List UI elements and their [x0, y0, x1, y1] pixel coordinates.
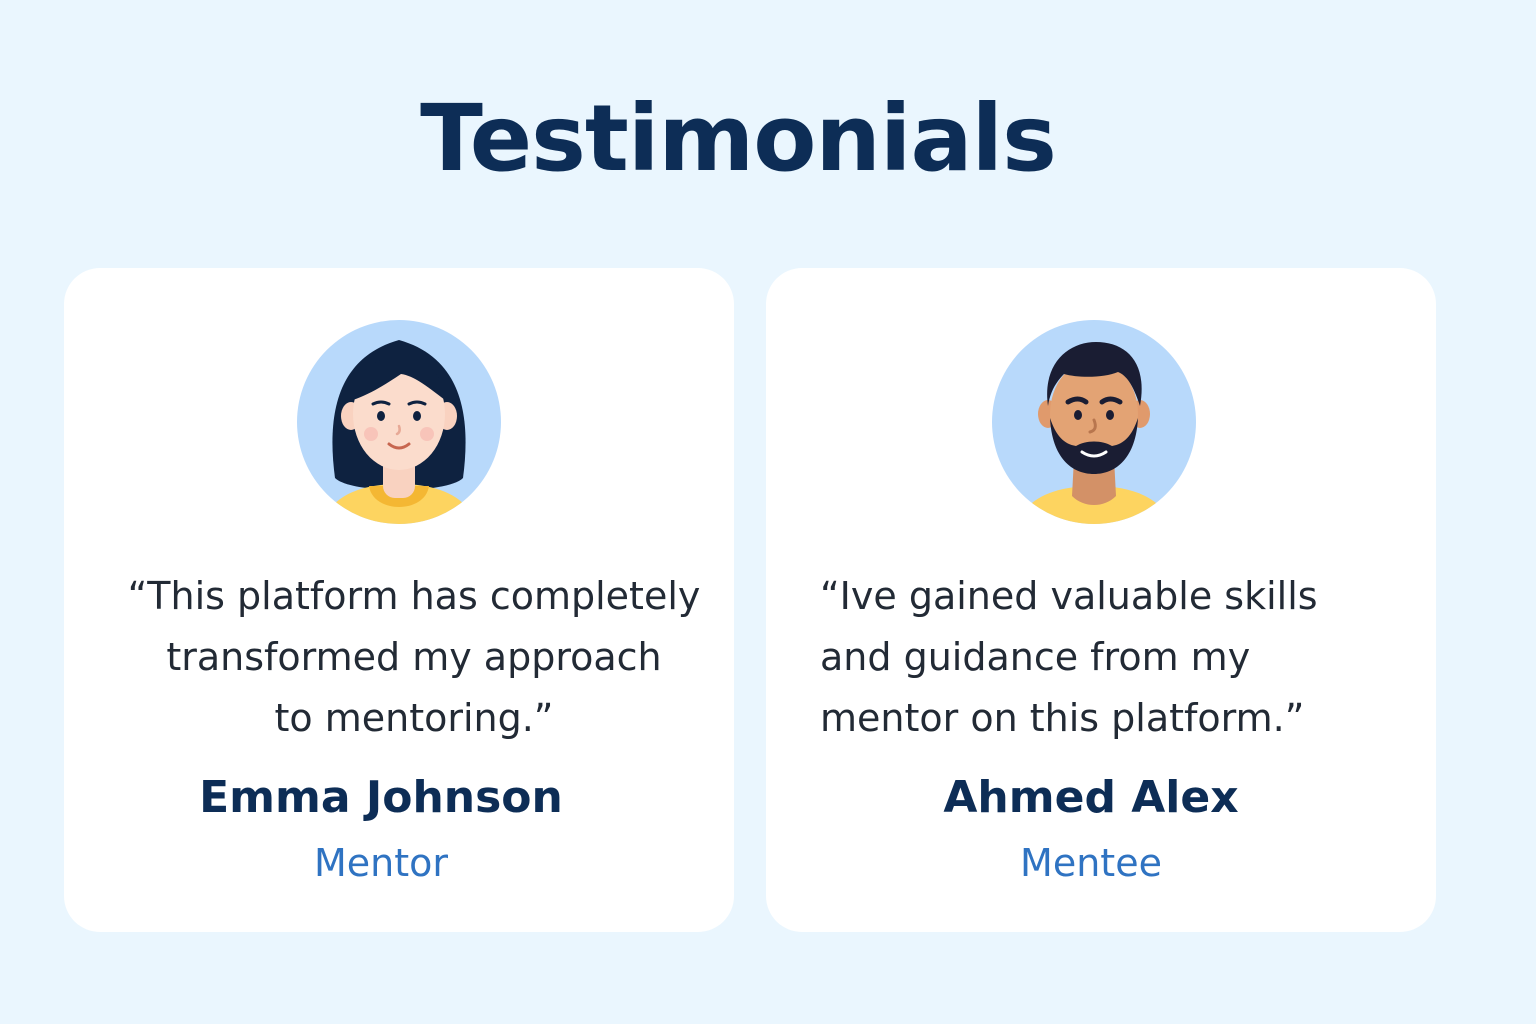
testimonial-quote: “Ive gained valuable skills and guidance…: [820, 574, 1318, 740]
man-avatar-icon: [992, 318, 1196, 526]
testimonial-author-name: Emma Johnson: [199, 772, 563, 823]
testimonial-author-role: Mentee: [1020, 841, 1162, 885]
testimonial-quote: “This platform has completely transforme…: [127, 574, 701, 740]
testimonial-author-role: Mentor: [313, 841, 449, 885]
testimonial-card-emma: “This platform has completely transforme…: [64, 268, 734, 932]
page-title: Testimonials: [420, 85, 1057, 192]
testimonial-author-name: Ahmed Alex: [943, 772, 1239, 823]
woman-avatar-icon: [297, 318, 501, 526]
testimonial-card-ahmed: “Ive gained valuable skills and guidance…: [766, 268, 1436, 932]
